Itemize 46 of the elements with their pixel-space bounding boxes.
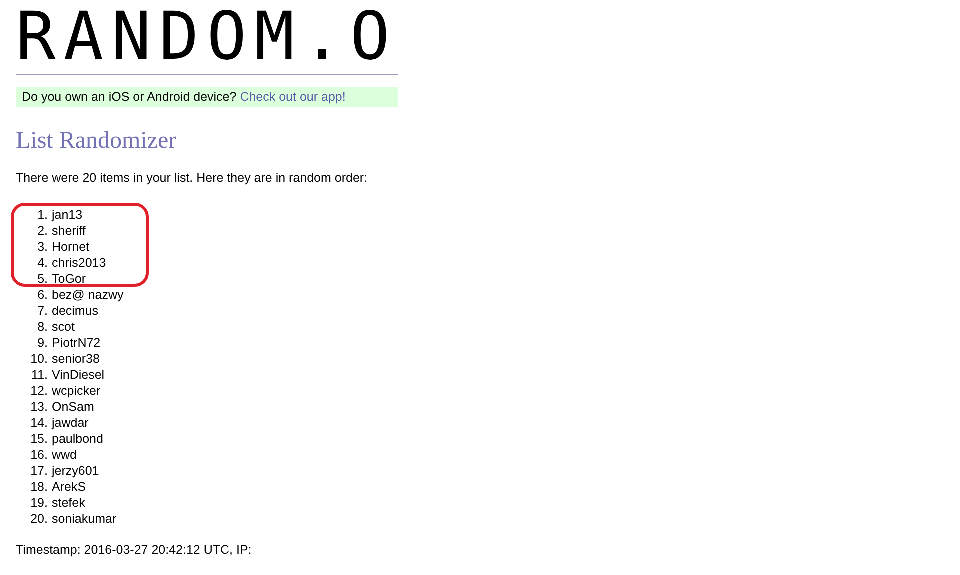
list-number: 8. — [36, 319, 49, 335]
list-item: Hornet — [52, 239, 90, 255]
list-item: paulbond — [52, 431, 104, 447]
list-item: soniakumar — [52, 511, 117, 527]
list-item: decimus — [52, 303, 99, 319]
list-item: jawdar — [52, 415, 89, 431]
list-item: senior38 — [52, 351, 100, 367]
list-item: chris2013 — [52, 255, 106, 271]
list-item: jan13 — [52, 207, 83, 223]
timestamp: Timestamp: 2016-03-27 20:42:12 UTC, IP: — [16, 542, 253, 558]
list-number: 18. — [30, 479, 49, 495]
list-number: 14. — [30, 415, 49, 431]
list-number: 16. — [30, 447, 49, 463]
list-number: 17. — [30, 463, 49, 479]
list-number: 4. — [36, 255, 49, 271]
list-number: 19. — [30, 495, 49, 511]
list-item: ToGor — [52, 271, 86, 287]
list-item: ArekS — [52, 479, 86, 495]
list-number: 12. — [30, 383, 49, 399]
list-item: stefek — [52, 495, 86, 511]
logo: RANDOM.O — [16, 0, 398, 74]
list-item: sheriff — [52, 223, 86, 239]
list-number: 5. — [36, 271, 49, 287]
app-banner: Do you own an iOS or Android device? Check out our app! — [16, 87, 398, 107]
list-item: bez@ nazwy — [52, 287, 124, 303]
list-item: VinDiesel — [52, 367, 105, 383]
list-item: jerzy601 — [52, 463, 100, 479]
list-number: 11. — [30, 367, 49, 383]
list-number: 1. — [36, 207, 49, 223]
list-number: 3. — [36, 239, 49, 255]
list-number: 13. — [30, 399, 49, 415]
list-item: scot — [52, 319, 75, 335]
page-title: List Randomizer — [16, 127, 178, 155]
list-number: 7. — [36, 303, 49, 319]
app-link[interactable]: Check out our app! — [240, 90, 346, 104]
list-item: OnSam — [52, 399, 94, 415]
list-number: 6. — [36, 287, 49, 303]
list-number: 9. — [36, 335, 49, 351]
list-item: PiotrN72 — [52, 335, 101, 351]
list-number: 20. — [30, 511, 49, 527]
list-number: 10. — [30, 351, 49, 367]
list-number: 15. — [30, 431, 49, 447]
intro-text: There were 20 items in your list. Here they are in random order: — [16, 170, 369, 186]
list-number: 2. — [36, 223, 49, 239]
list-item: wcpicker — [52, 383, 101, 399]
list-item: wwd — [52, 447, 78, 463]
